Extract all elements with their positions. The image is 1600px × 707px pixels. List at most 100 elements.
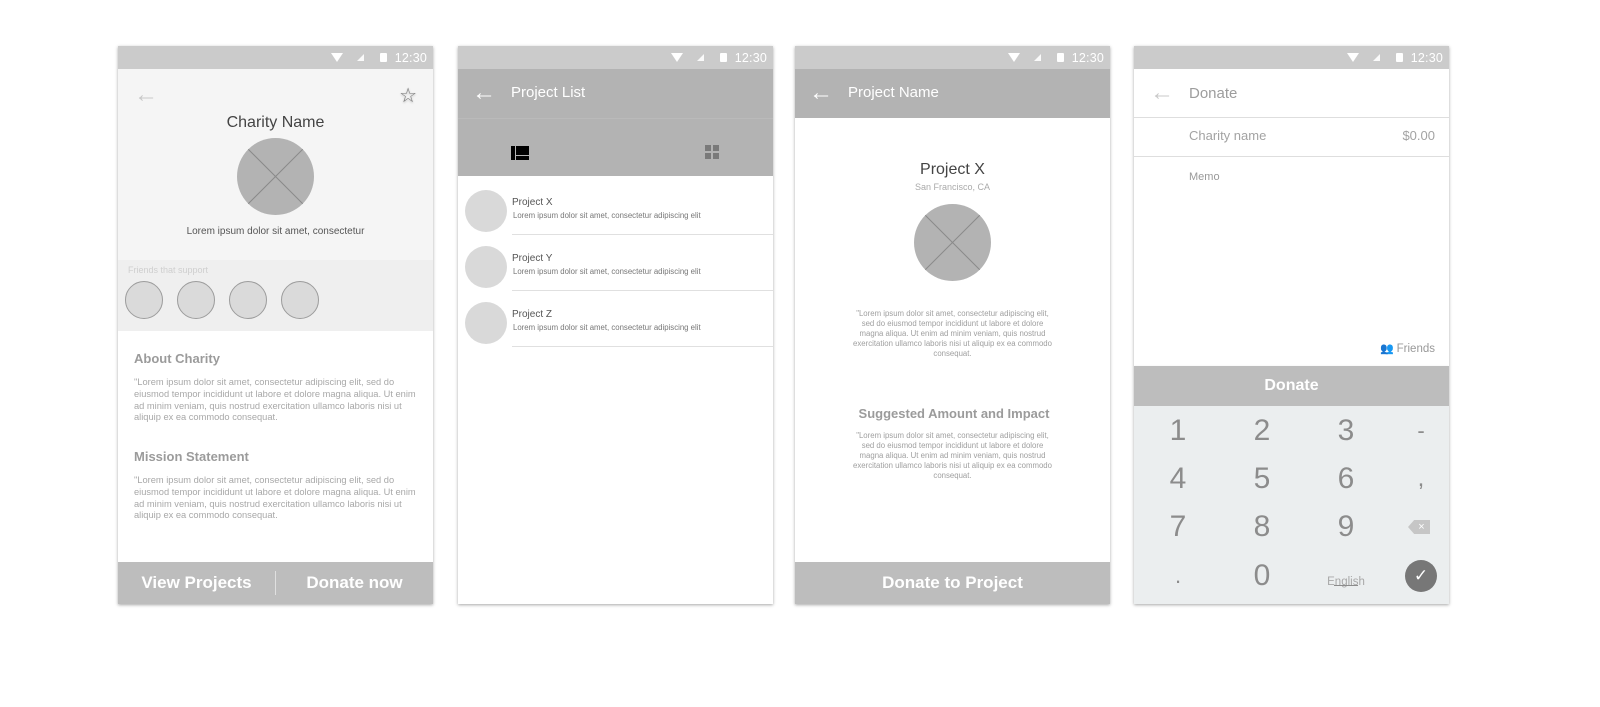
suggested-heading: Suggested Amount and Impact — [858, 406, 1050, 421]
amount-field[interactable]: $0.00 — [1402, 128, 1435, 143]
signal-icon — [1372, 54, 1380, 61]
project-list-screen: 12:30 ← Project List Project X Lorem ips… — [458, 46, 773, 604]
app-bar: ← Project List — [458, 69, 773, 118]
donate-now-button[interactable]: Donate now — [276, 573, 433, 593]
signal-icon — [1033, 54, 1041, 61]
charity-title: Charity Name — [226, 114, 325, 131]
project-title: Project X — [920, 161, 985, 178]
battery-icon — [1056, 53, 1064, 62]
donate-button[interactable]: Donate — [1134, 366, 1449, 406]
key-8[interactable]: 8 — [1232, 503, 1292, 551]
back-arrow-icon[interactable]: ← — [809, 81, 833, 105]
key-6[interactable]: 6 — [1316, 455, 1376, 503]
checkmark-icon: ✓ — [1405, 560, 1437, 592]
project-subtitle: Lorem ipsum dolor sit amet, consectetur … — [513, 323, 701, 332]
key-comma[interactable]: , — [1391, 455, 1449, 503]
grid-view-icon[interactable] — [705, 145, 719, 159]
key-3[interactable]: 3 — [1316, 407, 1376, 455]
wifi-icon — [670, 53, 683, 62]
mission-heading: Mission Statement — [134, 449, 249, 464]
page-title: Donate — [1189, 85, 1238, 102]
key-backspace[interactable]: × — [1391, 503, 1449, 551]
status-time: 12:30 — [1410, 50, 1443, 65]
memo-input[interactable]: Memo — [1189, 171, 1220, 183]
key-0[interactable]: 0 — [1232, 552, 1292, 600]
status-bar: 12:30 — [118, 46, 433, 69]
project-title: Project Z — [512, 309, 553, 320]
status-bar: 12:30 — [458, 46, 773, 69]
project-title: Project Y — [512, 253, 553, 264]
wifi-icon — [330, 53, 343, 62]
project-subtitle: Lorem ipsum dolor sit amet, consectetur … — [513, 211, 701, 220]
key-5[interactable]: 5 — [1232, 455, 1292, 503]
status-bar: 12:30 — [795, 46, 1110, 69]
project-detail-screen: 12:30 ← Project Name Project X San Franc… — [795, 46, 1110, 604]
view-projects-button[interactable]: View Projects — [118, 573, 275, 593]
friends-button[interactable]: 👥 Friends — [1379, 342, 1435, 356]
signal-icon — [356, 54, 364, 61]
project-subtitle: Lorem ipsum dolor sit amet, consectetur … — [513, 267, 701, 276]
language-underline — [1334, 585, 1358, 586]
key-4[interactable]: 4 — [1148, 455, 1208, 503]
charity-image-placeholder — [237, 138, 314, 215]
friends-label: Friends that support — [128, 265, 209, 275]
charity-action-bar: View Projects Donate now — [118, 562, 433, 604]
friend-avatar[interactable] — [281, 281, 319, 319]
project-avatar — [465, 246, 507, 288]
about-text: "Lorem ipsum dolor sit amet, consectetur… — [134, 377, 416, 423]
friends-section: Friends that support — [118, 260, 433, 331]
back-arrow-icon[interactable]: ← — [472, 81, 496, 105]
donate-to-project-button[interactable]: Donate to Project — [795, 562, 1110, 604]
charity-subtitle: Lorem ipsum dolor sit amet, consectetur — [186, 226, 365, 237]
friends-label: Friends — [1396, 342, 1435, 355]
status-time: 12:30 — [734, 50, 767, 65]
project-list-item[interactable]: Project Z Lorem ipsum dolor sit amet, co… — [458, 289, 773, 347]
donate-header: ← Donate — [1134, 69, 1449, 118]
signal-icon — [696, 54, 704, 61]
project-avatar — [465, 302, 507, 344]
battery-icon — [379, 53, 387, 62]
back-arrow-icon[interactable]: ← — [134, 83, 158, 107]
star-icon[interactable]: ☆ — [399, 83, 417, 108]
wifi-icon — [1007, 53, 1020, 62]
language-label: English — [1327, 576, 1365, 588]
project-image-placeholder — [914, 204, 991, 281]
project-list-item[interactable]: Project X Lorem ipsum dolor sit amet, co… — [458, 177, 773, 235]
project-description: "Lorem ipsum dolor sit amet, consectetur… — [853, 309, 1052, 358]
charity-name-label: Charity name — [1189, 128, 1267, 143]
list-view-icon[interactable] — [511, 146, 529, 160]
key-minus[interactable]: - — [1391, 407, 1449, 455]
backspace-icon: × — [1408, 520, 1430, 534]
friend-avatar[interactable] — [229, 281, 267, 319]
key-language[interactable]: English — [1316, 552, 1376, 600]
battery-icon — [719, 53, 727, 62]
donate-screen: 12:30 ← Donate Charity name $0.00 Memo 👥… — [1134, 46, 1449, 604]
friend-avatar[interactable] — [125, 281, 163, 319]
project-location: San Francisco, CA — [914, 182, 991, 192]
charity-screen: 12:30 ← ☆ Charity Name Lorem ipsum dolor… — [118, 46, 433, 604]
key-2[interactable]: 2 — [1232, 407, 1292, 455]
status-bar: 12:30 — [1134, 46, 1449, 69]
app-bar: ← Project Name — [795, 69, 1110, 118]
page-title: Project Name — [848, 84, 939, 101]
people-icon: 👥 — [1379, 343, 1394, 355]
view-toggle-bar — [458, 118, 773, 176]
key-1[interactable]: 1 — [1148, 407, 1208, 455]
key-9[interactable]: 9 — [1316, 503, 1376, 551]
mission-text: "Lorem ipsum dolor sit amet, consectetur… — [134, 475, 416, 521]
divider — [512, 346, 773, 347]
charity-header: ← ☆ Charity Name Lorem ipsum dolor sit a… — [118, 69, 433, 260]
key-7[interactable]: 7 — [1148, 503, 1208, 551]
about-heading: About Charity — [134, 351, 220, 366]
friend-avatar[interactable] — [177, 281, 215, 319]
page-title: Project List — [511, 84, 586, 101]
key-period[interactable]: . — [1148, 552, 1208, 600]
project-avatar — [465, 190, 507, 232]
project-title: Project X — [512, 197, 553, 208]
back-arrow-icon[interactable]: ← — [1150, 81, 1174, 105]
charity-amount-row: Charity name $0.00 — [1134, 118, 1449, 157]
project-list-item[interactable]: Project Y Lorem ipsum dolor sit amet, co… — [458, 233, 773, 291]
numeric-keypad: 1 2 3 - 4 5 6 , 7 8 9 × . 0 English ✓ — [1134, 406, 1449, 604]
key-enter[interactable]: ✓ — [1391, 552, 1449, 600]
wifi-icon — [1346, 53, 1359, 62]
